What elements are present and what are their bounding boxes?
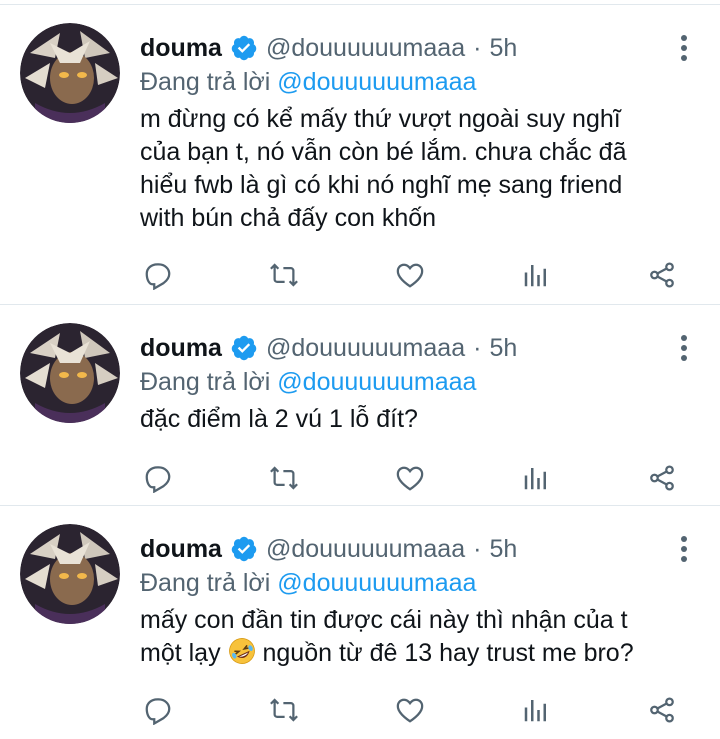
tweet-content: douma @douuuuuumaaa · 5h Đang trả lời @d…	[140, 532, 660, 670]
avatar[interactable]	[20, 23, 120, 123]
reply-icon[interactable]	[140, 460, 176, 496]
separator-dot: ·	[473, 534, 482, 563]
tweet-header: douma @douuuuuumaaa · 5h	[140, 532, 660, 566]
timestamp[interactable]: 5h	[489, 535, 517, 564]
rolling-laughing-emoji-icon	[228, 637, 256, 665]
share-icon[interactable]	[644, 460, 680, 496]
reply-context: Đang trả lời @douuuuuumaaa	[140, 65, 660, 99]
tweet-1[interactable]: douma @douuuuuumaaa · 5h Đang trả lời @d…	[0, 5, 720, 305]
tweet-2[interactable]: douma @douuuuuumaaa · 5h Đang trả lời @d…	[0, 305, 720, 506]
display-name[interactable]: douma	[140, 334, 222, 363]
more-icon[interactable]	[678, 536, 690, 566]
verified-icon	[230, 334, 258, 362]
like-icon[interactable]	[392, 257, 428, 293]
reply-mention[interactable]: @douuuuuumaaa	[277, 569, 476, 597]
display-name[interactable]: douma	[140, 34, 222, 63]
like-icon[interactable]	[392, 692, 428, 728]
avatar[interactable]	[20, 524, 120, 624]
reply-mention[interactable]: @douuuuuumaaa	[277, 68, 476, 96]
tweet-feed: douma @douuuuuumaaa · 5h Đang trả lời @d…	[0, 0, 720, 739]
verified-icon	[230, 535, 258, 563]
reply-icon[interactable]	[140, 257, 176, 293]
display-name[interactable]: douma	[140, 535, 222, 564]
tweet-actions	[140, 692, 680, 728]
retweet-icon[interactable]	[266, 257, 302, 293]
separator-dot: ·	[473, 333, 482, 362]
reply-prefix: Đang trả lời	[140, 569, 278, 597]
tweet-3[interactable]: douma @douuuuuumaaa · 5h Đang trả lời @d…	[0, 506, 720, 739]
more-icon[interactable]	[678, 335, 690, 365]
share-icon[interactable]	[644, 257, 680, 293]
verified-icon	[230, 34, 258, 62]
share-icon[interactable]	[644, 692, 680, 728]
handle[interactable]: @douuuuuumaaa	[266, 535, 465, 564]
tweet-actions	[140, 257, 680, 293]
tweet-content: douma @douuuuuumaaa · 5h Đang trả lời @d…	[140, 331, 660, 436]
tweet-text-part: nguồn từ đê 13 hay trust me bro?	[255, 639, 634, 667]
tweet-header: douma @douuuuuumaaa · 5h	[140, 331, 660, 365]
reply-context: Đang trả lời @douuuuuumaaa	[140, 365, 660, 399]
tweet-content: douma @douuuuuumaaa · 5h Đang trả lời @d…	[140, 31, 660, 235]
timestamp[interactable]: 5h	[489, 34, 517, 63]
retweet-icon[interactable]	[266, 692, 302, 728]
more-icon[interactable]	[678, 35, 690, 65]
tweet-text: mấy con đần tin được cái này thì nhận củ…	[140, 604, 660, 670]
avatar[interactable]	[20, 323, 120, 423]
separator-dot: ·	[473, 33, 482, 62]
tweet-header: douma @douuuuuumaaa · 5h	[140, 31, 660, 65]
reply-prefix: Đang trả lời	[140, 368, 278, 396]
like-icon[interactable]	[392, 460, 428, 496]
analytics-icon[interactable]	[518, 692, 554, 728]
reply-prefix: Đang trả lời	[140, 68, 278, 96]
reply-context: Đang trả lời @douuuuuumaaa	[140, 566, 660, 600]
handle[interactable]: @douuuuuumaaa	[266, 334, 465, 363]
timestamp[interactable]: 5h	[489, 334, 517, 363]
tweet-text: đặc điểm là 2 vú 1 lỗ đít?	[140, 405, 418, 433]
reply-mention[interactable]: @douuuuuumaaa	[277, 368, 476, 396]
reply-icon[interactable]	[140, 692, 176, 728]
retweet-icon[interactable]	[266, 460, 302, 496]
handle[interactable]: @douuuuuumaaa	[266, 34, 465, 63]
tweet-text: m đừng có kể mấy thứ vượt ngoài suy nghĩ…	[140, 105, 627, 232]
tweet-actions	[140, 460, 680, 496]
analytics-icon[interactable]	[518, 257, 554, 293]
analytics-icon[interactable]	[518, 460, 554, 496]
